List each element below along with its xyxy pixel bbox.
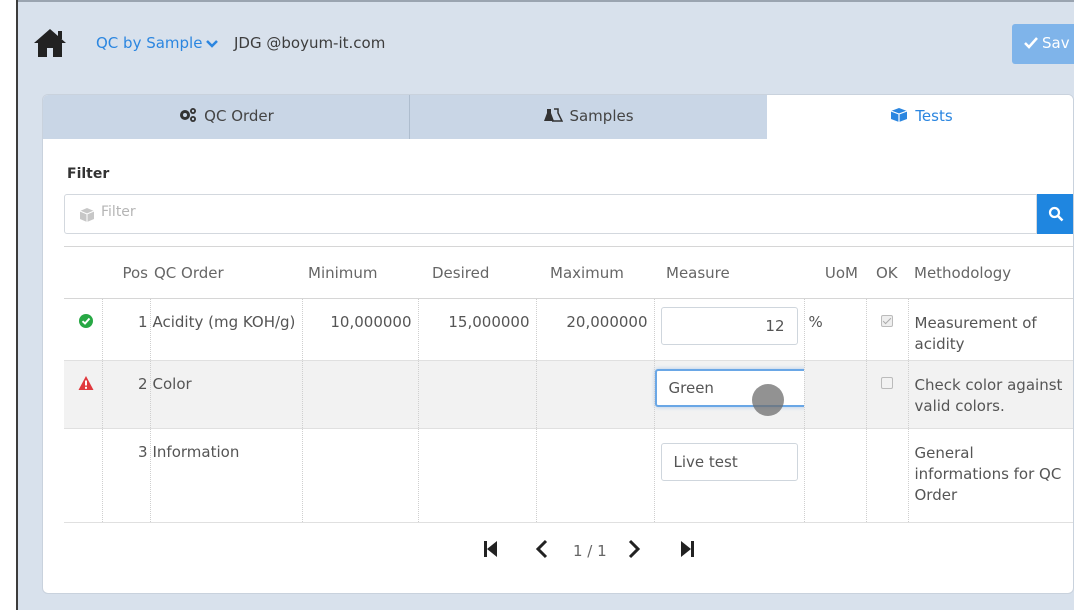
search-icon [1048,206,1064,222]
maximum-cell: 20,000000 [536,298,655,361]
column-header-measure[interactable]: Measure [654,246,804,299]
save-label: Sav [1042,34,1070,52]
app-title-label: QC by Sample [96,34,203,52]
tab-qc-order[interactable]: QC Order [43,95,410,139]
measure-cell [654,428,805,523]
pagination: 1 / 1 [483,535,743,565]
qc-order-cell: Information [150,428,303,523]
qc-order-cell: Acidity (mg KOH/g) [150,298,303,361]
tests-table: Pos QC Order Minimum Desired Maximum Mea… [64,246,1073,523]
home-icon[interactable] [32,26,68,60]
ok-checkbox[interactable] [880,315,893,327]
maximum-cell [536,360,655,429]
cube-icon [79,208,95,222]
chevron-down-icon [206,39,219,48]
tests-card: QC Order Samples Tests Filter Filter Pos… [42,94,1074,594]
save-button[interactable]: Sav [1012,24,1074,64]
search-button[interactable] [1037,194,1073,234]
status-cell [64,360,103,429]
uom-cell [804,360,867,429]
uom-cell: % [804,298,867,361]
last-page-icon[interactable] [679,539,695,559]
window-edge [0,0,18,610]
tab-tests-label: Tests [915,107,953,125]
next-page-icon[interactable] [627,539,641,559]
tab-samples-label: Samples [569,107,634,125]
qc-order-cell: Color [150,360,303,429]
mouse-cursor-indicator [752,384,784,416]
flask-icon [544,108,564,122]
tab-qc-order-label: QC Order [204,107,274,125]
check-icon [1024,37,1038,49]
first-page-icon[interactable] [483,539,499,559]
ok-cell [866,360,909,429]
table-row[interactable]: 3 Information General informations for Q… [64,428,1073,523]
ok-cell [866,298,909,361]
app-window: QC by Sample JDG @boyum-it.com Sav QC Or… [18,0,1074,610]
column-header-desired[interactable]: Desired [418,246,536,299]
desired-cell [418,428,537,523]
column-header-qc-order[interactable]: QC Order [150,246,302,299]
pos-cell: 1 [102,298,151,361]
measure-cell [654,298,805,361]
table-header-row: Pos QC Order Minimum Desired Maximum Mea… [64,246,1073,299]
column-header-minimum[interactable]: Minimum [302,246,418,299]
status-cell [64,428,103,523]
status-cell [64,298,103,361]
measure-input[interactable] [660,307,798,345]
measure-input[interactable] [660,443,798,481]
column-header-status [64,246,102,299]
minimum-cell [302,428,419,523]
ok-checkbox[interactable] [880,377,893,389]
minimum-cell: 10,000000 [302,298,419,361]
column-header-methodology[interactable]: Methodology [908,246,1073,299]
methodology-cell: Check color against valid colors. [908,360,1073,429]
page-indicator: 1 / 1 [573,542,607,560]
tab-tests[interactable]: Tests [767,95,1073,139]
cogs-icon [180,108,197,122]
pos-cell: 3 [102,428,151,523]
user-label: JDG @boyum-it.com [234,34,386,52]
column-header-pos[interactable]: Pos [102,246,150,299]
table-row[interactable]: 1 Acidity (mg KOH/g) 10,000000 15,000000… [64,298,1073,361]
desired-cell: 15,000000 [418,298,537,361]
column-header-uom[interactable]: UoM [804,246,866,299]
ok-cell [866,428,909,523]
maximum-cell [536,428,655,523]
methodology-cell: Measurement of acidity [908,298,1073,361]
column-header-maximum[interactable]: Maximum [536,246,654,299]
minimum-cell [302,360,419,429]
warning-icon [78,376,94,390]
previous-page-icon[interactable] [535,539,549,559]
check-circle-icon [79,314,93,328]
tab-bar: QC Order Samples Tests [43,95,1073,139]
cube-icon [891,108,908,122]
pos-cell: 2 [102,360,151,429]
column-header-ok[interactable]: OK [866,246,908,299]
desired-cell [418,360,537,429]
table-row[interactable]: 2 Color Check color against valid colors… [64,360,1073,429]
tab-samples[interactable]: Samples [410,95,767,139]
filter-heading: Filter [67,166,110,182]
filter-box [64,194,1037,234]
uom-cell [804,428,867,523]
app-title-dropdown[interactable]: QC by Sample [96,34,219,52]
methodology-cell: General informations for QC Order [908,428,1073,523]
filter-input[interactable] [101,204,1001,220]
top-header: QC by Sample JDG @boyum-it.com Sav [18,2,1074,84]
